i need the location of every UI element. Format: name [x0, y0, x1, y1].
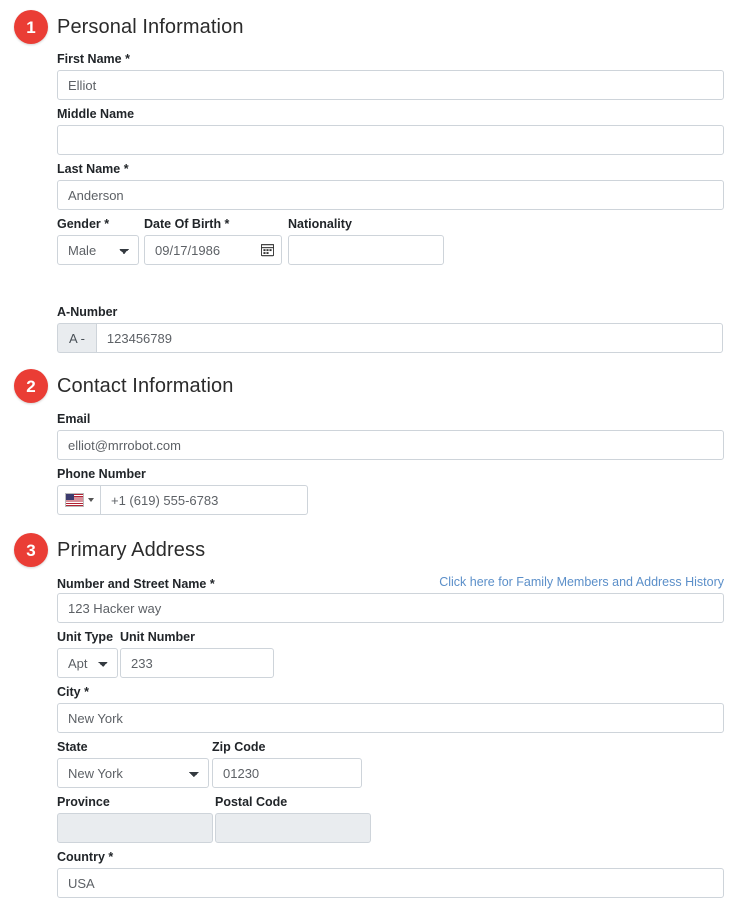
city-label: City * — [57, 685, 89, 699]
postal-code-label: Postal Code — [215, 795, 288, 809]
a-number-prefix-addon: A - — [57, 323, 96, 353]
middle-name-label: Middle Name — [57, 107, 135, 121]
email-label: Email — [57, 412, 91, 426]
family-members-address-history-link[interactable]: Click here for Family Members and Addres… — [439, 575, 724, 590]
middle-name-input[interactable] — [57, 125, 724, 155]
unit-type-label: Unit Type — [57, 630, 114, 644]
field-gender: Gender * Male — [57, 217, 139, 265]
phone-country-selector[interactable] — [57, 485, 100, 515]
first-name-input[interactable] — [57, 70, 724, 100]
field-postal-code: Postal Code — [215, 795, 371, 843]
field-province: Province — [57, 795, 213, 843]
field-email: Email — [57, 412, 724, 460]
country-input[interactable] — [57, 868, 724, 898]
section-number-badge-2: 2 — [14, 369, 48, 403]
gender-select[interactable]: Male — [57, 235, 139, 265]
a-number-input-group: A - — [57, 323, 724, 353]
field-last-name: Last Name * — [57, 162, 724, 210]
date-of-birth-wrapper — [144, 235, 282, 265]
section-header-personal-information: 1 Personal Information — [0, 8, 745, 46]
country-label: Country * — [57, 850, 114, 864]
zip-code-input[interactable] — [212, 758, 362, 788]
contact-information-fields: Email Phone Number — [0, 412, 745, 515]
email-input[interactable] — [57, 430, 724, 460]
date-of-birth-input[interactable] — [144, 235, 282, 265]
a-number-input[interactable] — [95, 323, 723, 353]
section-number-badge-1: 1 — [14, 10, 48, 44]
row-province-postal: Province Postal Code — [57, 795, 724, 843]
field-zip-code: Zip Code — [212, 740, 362, 788]
phone-number-label: Phone Number — [57, 467, 146, 481]
us-flag-icon — [65, 493, 84, 507]
nationality-label: Nationality — [288, 217, 352, 231]
section-title-personal-information: Personal Information — [57, 15, 244, 38]
unit-type-select[interactable]: Apt — [57, 648, 118, 678]
a-number-label: A-Number — [57, 305, 118, 319]
section-title-contact-information: Contact Information — [57, 374, 234, 397]
field-date-of-birth: Date Of Birth * — [144, 217, 282, 265]
unit-number-label: Unit Number — [120, 630, 195, 644]
row-gender-dob-nationality: Gender * Male Date Of Birth * 09/17/1986… — [57, 217, 724, 265]
zip-code-label: Zip Code — [212, 740, 266, 754]
personal-information-fields: First Name * Middle Name Last Name * Gen… — [0, 52, 745, 353]
street-label: Number and Street Name * — [57, 577, 215, 591]
phone-number-input[interactable] — [100, 485, 308, 515]
province-input — [57, 813, 213, 843]
nationality-input[interactable] — [288, 235, 444, 265]
last-name-input[interactable] — [57, 180, 724, 210]
field-state: State New York — [57, 740, 209, 788]
chevron-down-icon — [88, 498, 94, 502]
first-name-label: First Name * — [57, 52, 130, 66]
field-city: City * — [57, 685, 724, 733]
row-unit-type-number: Unit Type Apt Unit Number — [57, 630, 724, 678]
field-middle-name: Middle Name — [57, 107, 724, 155]
phone-input-group — [57, 485, 724, 515]
city-input[interactable] — [57, 703, 724, 733]
field-unit-type: Unit Type Apt — [57, 630, 118, 678]
state-select[interactable]: New York — [57, 758, 209, 788]
state-label: State — [57, 740, 88, 754]
field-nationality: Nationality — [288, 217, 444, 265]
helper-link-row: Number and Street Name * Click here for … — [57, 575, 724, 591]
form-page: 1 Personal Information First Name * Midd… — [0, 8, 745, 898]
field-unit-number: Unit Number — [120, 630, 274, 678]
field-first-name: First Name * — [57, 52, 724, 100]
primary-address-fields: Number and Street Name * Click here for … — [0, 575, 745, 898]
street-input[interactable] — [57, 593, 724, 623]
last-name-label: Last Name * — [57, 162, 129, 176]
row-state-zip: State New York Zip Code — [57, 740, 724, 788]
unit-number-input[interactable] — [120, 648, 274, 678]
date-of-birth-label: Date Of Birth * — [144, 217, 230, 231]
section-header-primary-address: 3 Primary Address — [0, 531, 745, 569]
field-phone-number: Phone Number — [57, 467, 724, 515]
postal-code-input — [215, 813, 371, 843]
section-number-badge-3: 3 — [14, 533, 48, 567]
gender-label: Gender * — [57, 217, 110, 231]
field-a-number: A-Number A - — [57, 305, 724, 353]
province-label: Province — [57, 795, 110, 809]
section-header-contact-information: 2 Contact Information — [0, 367, 745, 405]
field-country: Country * — [57, 850, 724, 898]
section-title-primary-address: Primary Address — [57, 538, 206, 561]
field-street: Number and Street Name * Click here for … — [57, 575, 724, 623]
